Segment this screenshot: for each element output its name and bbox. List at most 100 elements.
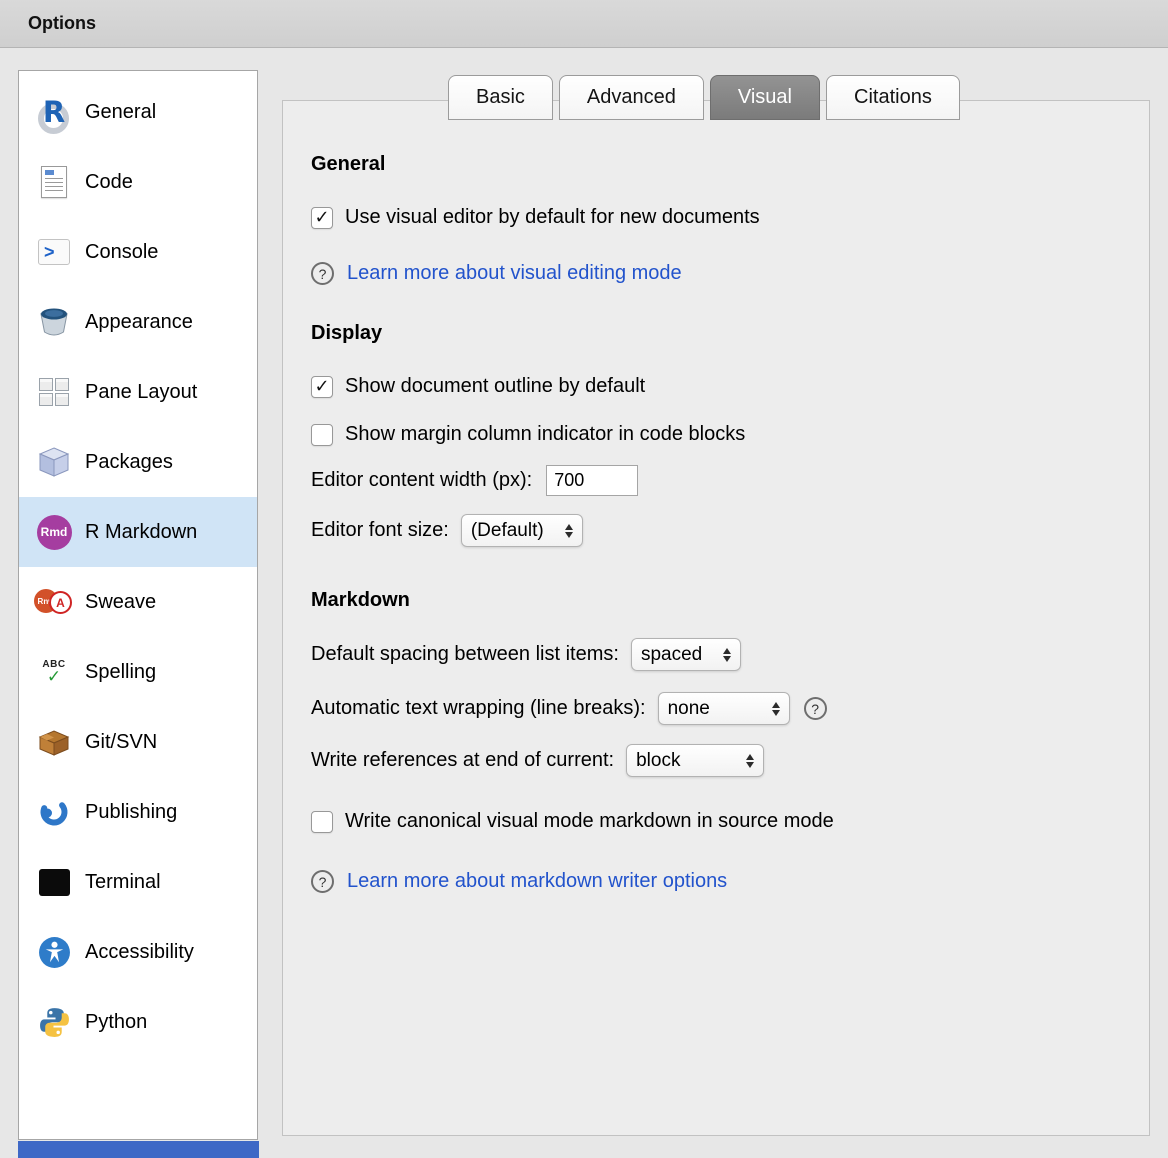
sidebar-item-git-svn[interactable]: Git/SVN [19,707,257,777]
sidebar-item-label: Code [85,171,133,194]
git-svn-box-icon [29,727,79,757]
list-spacing-select[interactable]: spaced [631,638,741,671]
rmarkdown-icon: Rmd [29,515,79,550]
python-icon [29,1006,79,1039]
markdown-writer-help-row: ? Learn more about markdown writer optio… [311,870,1125,893]
visual-editing-learn-more-link[interactable]: Learn more about visual editing mode [347,262,682,285]
sidebar-item-sweave[interactable]: Rnw A Sweave [19,567,257,637]
r-logo-icon: R [29,98,79,127]
document-outline-checkbox-row: ✓ Show document outline by default [311,375,1125,398]
sidebar-item-code[interactable]: Code [19,147,257,217]
references-row: Write references at end of current: bloc… [311,744,1125,777]
window-titlebar: Options [0,0,1168,48]
general-section-heading: General [311,153,1125,176]
sidebar-item-label: Packages [85,451,173,474]
sidebar-item-pane-layout[interactable]: Pane Layout [19,357,257,427]
display-section-heading: Display [311,322,1125,345]
terminal-icon [29,869,79,896]
wrapping-help-icon[interactable]: ? [804,697,827,720]
stepper-arrows-icon [723,648,731,662]
sidebar-item-python[interactable]: Python [19,987,257,1057]
sidebar-item-packages[interactable]: Packages [19,427,257,497]
show-margin-label: Show margin column indicator in code blo… [345,423,745,446]
visual-tab-panel: General ✓ Use visual editor by default f… [282,100,1150,1136]
accessibility-icon [29,936,79,969]
sweave-icon: Rnw A [29,588,79,616]
sidebar-item-publishing[interactable]: Publishing [19,777,257,847]
font-size-row: Editor font size: (Default) [311,514,1125,547]
visual-editing-help-row: ? Learn more about visual editing mode [311,262,1125,285]
selected-option: (Default) [471,520,544,542]
options-sidebar: R General Code > Console Appearance Pane… [18,70,258,1140]
selected-option: block [636,750,680,772]
pane-layout-icon [29,378,79,406]
selected-option: none [668,698,710,720]
checkmark-icon: ✓ [314,377,329,395]
code-document-icon [29,166,79,198]
sidebar-bottom-strip [18,1141,259,1158]
use-visual-editor-checkbox[interactable]: ✓ [311,207,333,229]
stepper-arrows-icon [746,754,754,768]
text-wrapping-select[interactable]: none [658,692,790,725]
sidebar-item-label: Sweave [85,591,156,614]
sidebar-item-label: General [85,101,156,124]
sidebar-item-appearance[interactable]: Appearance [19,287,257,357]
stepper-arrows-icon [772,702,780,716]
content-width-label: Editor content width (px): [311,469,532,492]
list-spacing-row: Default spacing between list items: spac… [311,638,1125,671]
canonical-markdown-checkbox-row: Write canonical visual mode markdown in … [311,810,1125,833]
sidebar-item-label: Accessibility [85,941,194,964]
tab-bar: Basic Advanced Visual Citations [448,75,960,120]
references-label: Write references at end of current: [311,749,614,772]
green-check-icon: ✓ [47,668,61,685]
text-wrapping-label: Automatic text wrapping (line breaks): [311,697,646,720]
text-wrapping-row: Automatic text wrapping (line breaks): n… [311,692,1125,725]
sidebar-item-label: Console [85,241,158,264]
list-spacing-label: Default spacing between list items: [311,643,619,666]
show-outline-checkbox[interactable]: ✓ [311,376,333,398]
help-icon[interactable]: ? [311,870,334,893]
window-title: Options [28,13,96,34]
sidebar-item-terminal[interactable]: Terminal [19,847,257,917]
sidebar-item-r-markdown[interactable]: Rmd R Markdown [19,497,257,567]
sidebar-item-label: Terminal [85,871,161,894]
sidebar-item-console[interactable]: > Console [19,217,257,287]
tab-citations[interactable]: Citations [826,75,960,120]
canonical-markdown-checkbox[interactable] [311,811,333,833]
canonical-markdown-label: Write canonical visual mode markdown in … [345,810,834,833]
help-icon[interactable]: ? [311,262,334,285]
package-box-icon [29,445,79,479]
references-select[interactable]: block [626,744,764,777]
show-margin-checkbox[interactable] [311,424,333,446]
tab-advanced[interactable]: Advanced [559,75,704,120]
sidebar-item-accessibility[interactable]: Accessibility [19,917,257,987]
font-size-label: Editor font size: [311,519,449,542]
sidebar-item-label: Spelling [85,661,156,684]
sidebar-item-label: Publishing [85,801,177,824]
tab-basic[interactable]: Basic [448,75,553,120]
publishing-icon [29,796,79,828]
checkmark-icon: ✓ [314,208,329,226]
editor-content-width-input[interactable] [546,465,638,496]
sidebar-item-general[interactable]: R General [19,77,257,147]
use-visual-editor-label: Use visual editor by default for new doc… [345,206,760,229]
sidebar-item-label: Git/SVN [85,731,157,754]
sidebar-item-label: Pane Layout [85,381,197,404]
markdown-section-heading: Markdown [311,589,1125,612]
content-width-row: Editor content width (px): [311,465,1125,496]
console-icon: > [29,239,79,265]
show-outline-label: Show document outline by default [345,375,645,398]
visual-editor-checkbox-row: ✓ Use visual editor by default for new d… [311,206,1125,229]
sidebar-item-label: R Markdown [85,521,197,544]
editor-font-size-select[interactable]: (Default) [461,514,583,547]
margin-column-checkbox-row: Show margin column indicator in code blo… [311,423,1125,446]
sidebar-item-label: Python [85,1011,147,1034]
sidebar-item-spelling[interactable]: ABC ✓ Spelling [19,637,257,707]
spelling-icon: ABC ✓ [29,660,79,685]
stepper-arrows-icon [565,524,573,538]
sidebar-item-label: Appearance [85,311,193,334]
markdown-writer-learn-more-link[interactable]: Learn more about markdown writer options [347,870,727,893]
tab-visual[interactable]: Visual [710,75,820,120]
selected-option: spaced [641,644,702,666]
pdf-badge-icon: A [49,591,72,614]
